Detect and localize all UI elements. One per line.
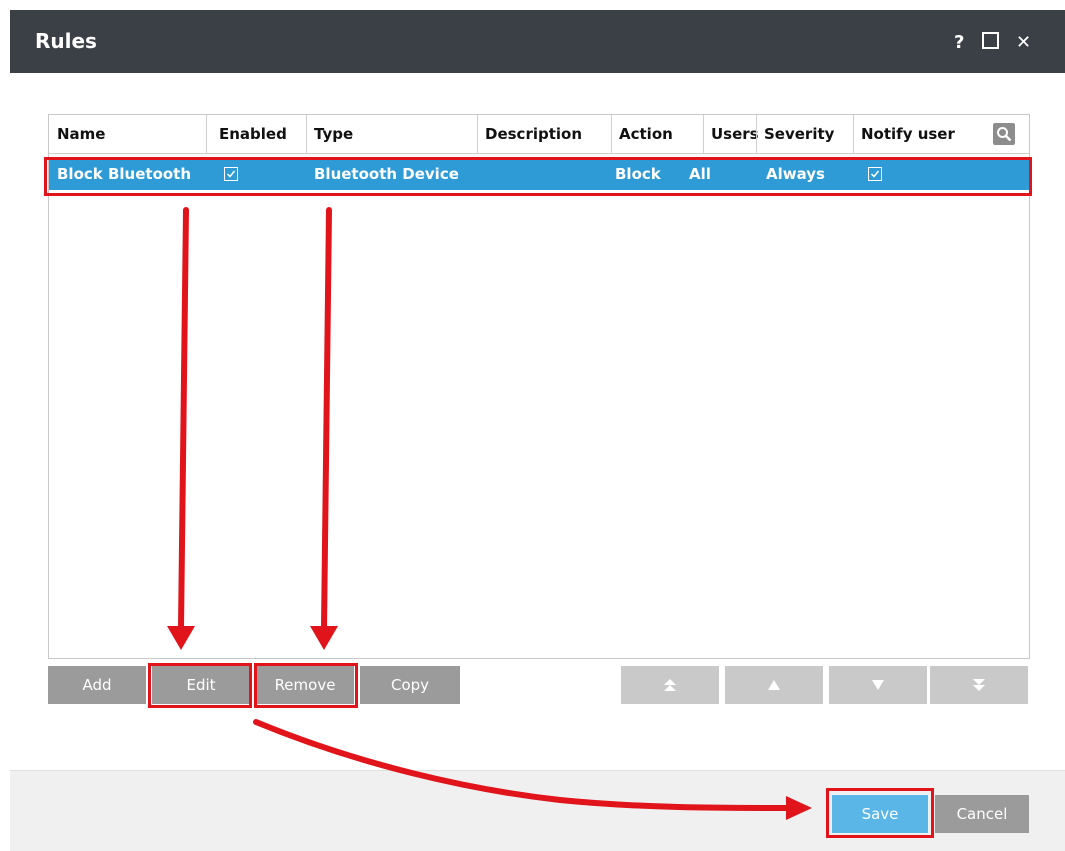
column-header-notify-user[interactable]: Notify user xyxy=(861,125,955,143)
column-header-name[interactable]: Name xyxy=(57,125,105,143)
column-header-description[interactable]: Description xyxy=(485,125,582,143)
maximize-icon[interactable] xyxy=(982,32,999,49)
cell-users: All xyxy=(689,165,711,183)
enabled-checkbox[interactable] xyxy=(224,167,238,181)
move-up-icon xyxy=(768,680,780,690)
move-bottom-icon xyxy=(973,679,985,691)
cancel-button[interactable]: Cancel xyxy=(935,795,1029,833)
column-header-type[interactable]: Type xyxy=(314,125,353,143)
move-down-button[interactable] xyxy=(829,666,927,704)
move-top-icon xyxy=(664,679,676,691)
move-down-icon xyxy=(872,680,884,690)
search-icon[interactable] xyxy=(993,123,1015,145)
cell-severity: Always xyxy=(766,165,825,183)
edit-button[interactable]: Edit xyxy=(152,666,250,704)
remove-button[interactable]: Remove xyxy=(256,666,354,704)
column-header-action[interactable]: Action xyxy=(619,125,673,143)
window-title: Rules xyxy=(35,29,97,53)
column-header-enabled[interactable]: Enabled xyxy=(219,125,287,143)
table-row[interactable]: Block Bluetooth Bluetooth Device Block A… xyxy=(49,159,1029,190)
move-bottom-button[interactable] xyxy=(930,666,1028,704)
close-icon[interactable]: ✕ xyxy=(1016,32,1031,53)
save-button[interactable]: Save xyxy=(832,795,928,833)
copy-button[interactable]: Copy xyxy=(360,666,460,704)
move-up-button[interactable] xyxy=(725,666,823,704)
help-icon[interactable]: ? xyxy=(954,32,964,53)
table-header: Name Enabled Type Description Action Use… xyxy=(49,115,1029,154)
add-button[interactable]: Add xyxy=(48,666,146,704)
cell-action: Block xyxy=(615,165,661,183)
cell-type: Bluetooth Device xyxy=(314,165,459,183)
column-header-users[interactable]: Users xyxy=(711,125,759,143)
cell-name: Block Bluetooth xyxy=(57,165,192,183)
notify-user-checkbox[interactable] xyxy=(868,167,882,181)
column-header-severity[interactable]: Severity xyxy=(764,125,834,143)
rules-table: Name Enabled Type Description Action Use… xyxy=(48,114,1030,659)
title-bar: Rules ? ✕ xyxy=(10,10,1065,73)
move-top-button[interactable] xyxy=(621,666,719,704)
